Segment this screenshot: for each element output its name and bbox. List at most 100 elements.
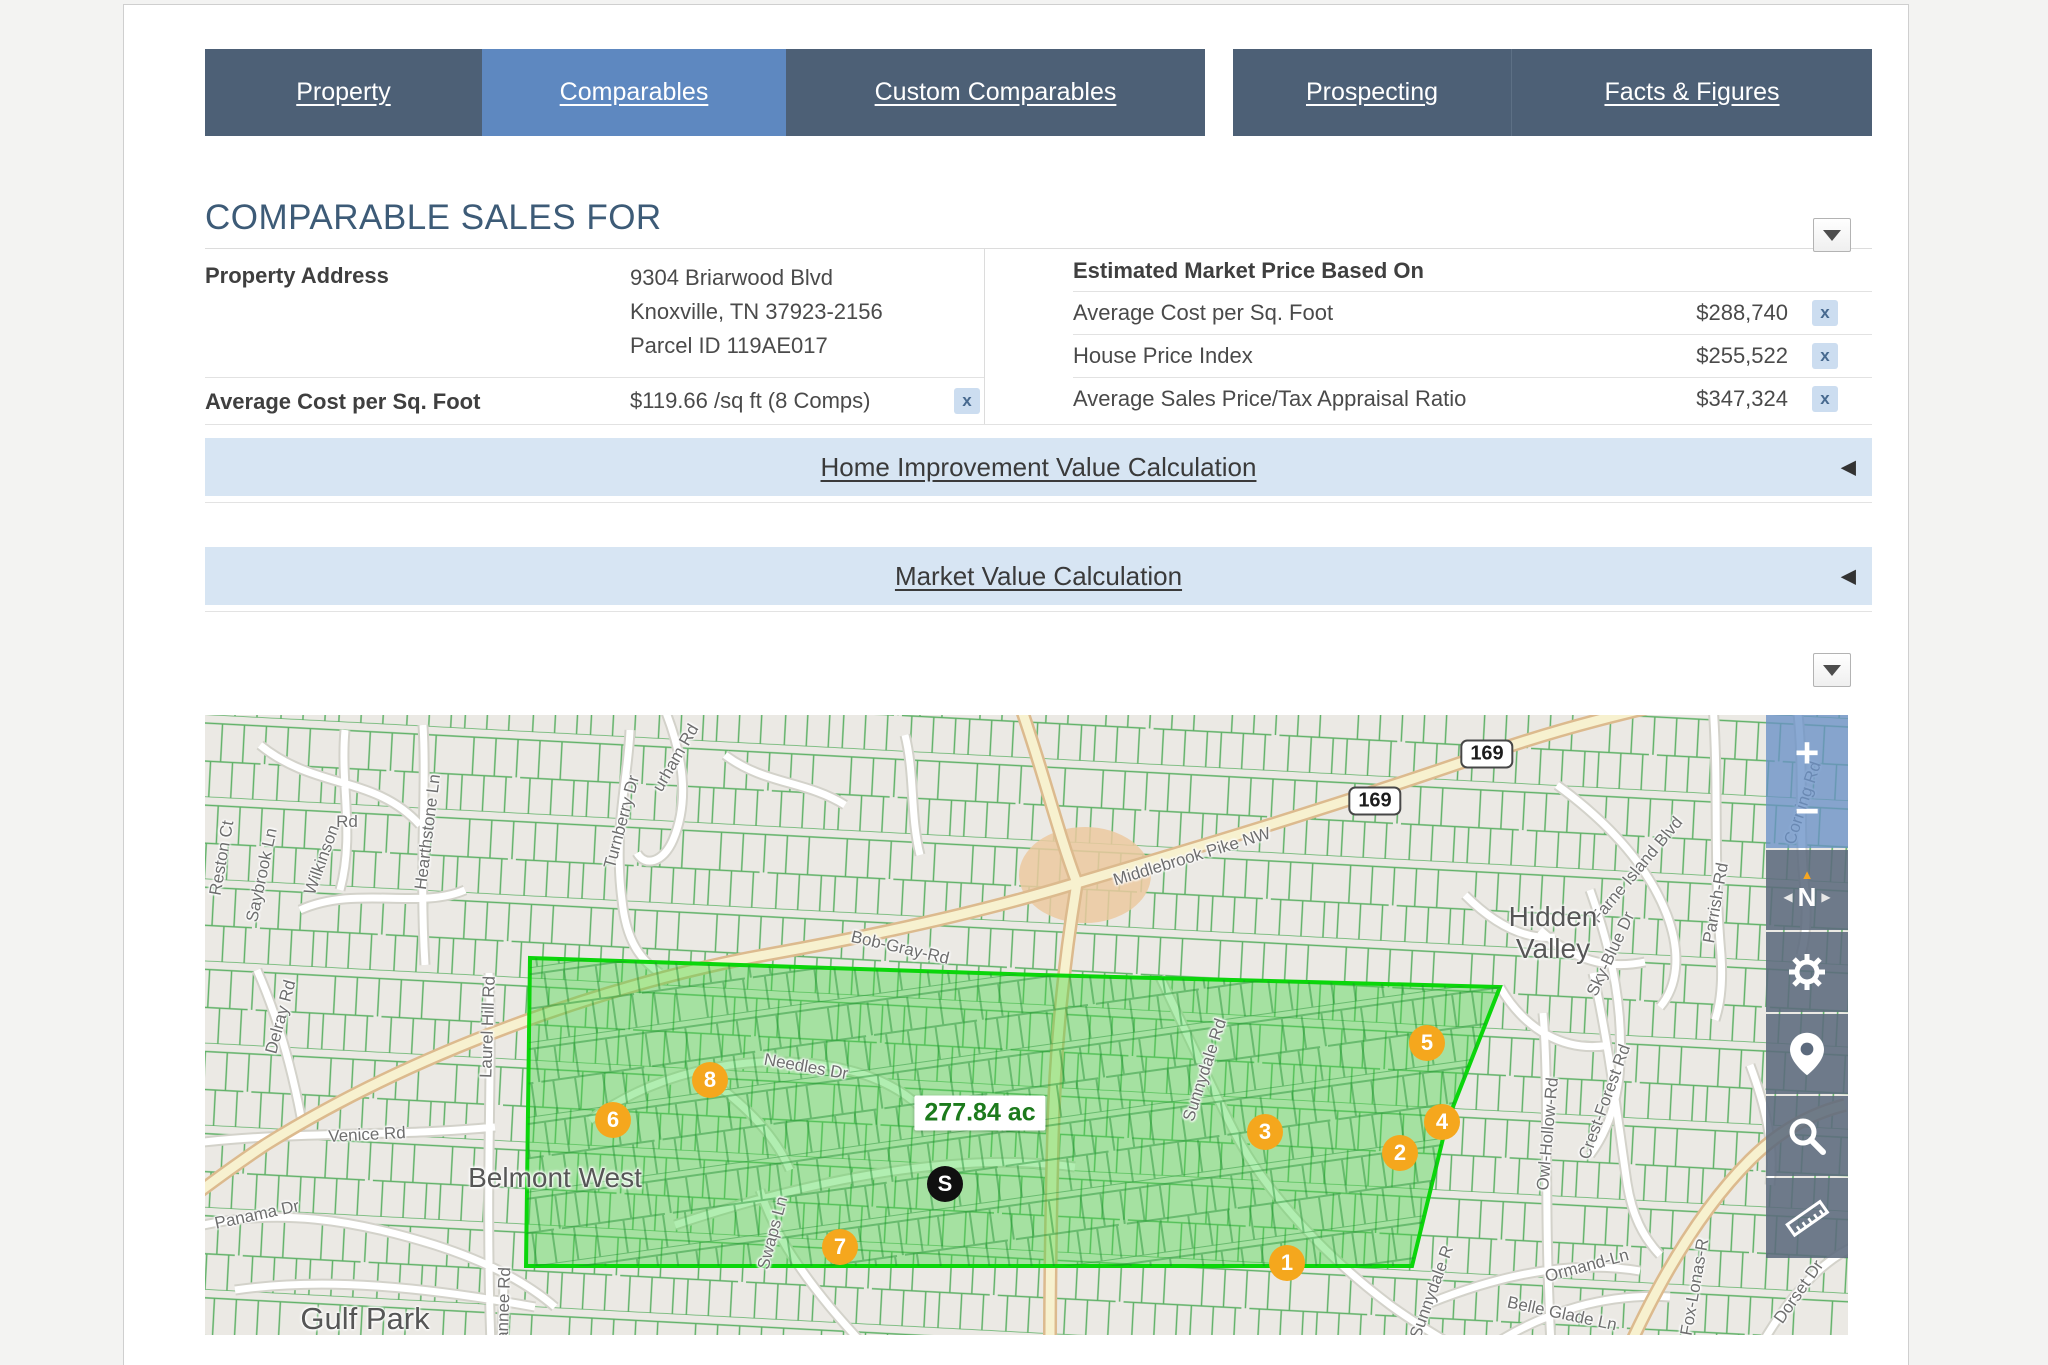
remove-estimate-button[interactable]: x — [1812, 343, 1838, 369]
tab-comparables[interactable]: Comparables — [482, 49, 786, 136]
road-label: Ormand-Ln — [1543, 1245, 1631, 1287]
remove-estimate-button[interactable]: x — [1812, 386, 1838, 412]
road-label: Swaps Ln — [754, 1194, 793, 1271]
calc-section-title: Home Improvement Value Calculation — [821, 452, 1257, 483]
road-label: Farne Island Blvd — [1587, 813, 1687, 927]
calc-section-bar[interactable]: Home Improvement Value Calculation ◀ — [205, 438, 1872, 496]
property-summary: Property Address 9304 Briarwood Blvd Kno… — [205, 248, 1872, 425]
map-search-button[interactable] — [1766, 1096, 1848, 1176]
road-label: Panama Dr — [213, 1196, 301, 1233]
gear-icon — [1785, 950, 1829, 994]
road-label: Wilkinson — [300, 822, 344, 897]
road-label: Owl-Hollow-Rd — [1533, 1077, 1563, 1192]
highway-shield: 169 — [1460, 740, 1513, 769]
ruler-icon — [1781, 1194, 1833, 1242]
pan-right-icon[interactable]: ▶ — [1816, 890, 1835, 904]
road-label: Parrish-Rd — [1699, 861, 1733, 944]
comp-marker-7[interactable]: 7 — [822, 1229, 858, 1265]
zoom-control: + − — [1766, 715, 1848, 848]
collapse-arrow-icon[interactable]: ◀ — [1841, 455, 1856, 480]
map-measure-button[interactable] — [1766, 1178, 1848, 1258]
road-label: Crest-Forest Rd — [1575, 1042, 1635, 1162]
estimate-value: $288,740 — [1628, 300, 1788, 326]
calc-section-title: Market Value Calculation — [895, 561, 1182, 592]
calc-sections: Home Improvement Value Calculation◀Marke… — [205, 438, 1872, 612]
comp-marker-8[interactable]: 8 — [692, 1062, 728, 1098]
place-label: Hidden Valley — [1509, 901, 1598, 965]
tab-custom-comparables[interactable]: Custom Comparables — [786, 49, 1205, 136]
address-line-2: Knoxville, TN 37923-2156 — [630, 295, 883, 329]
compass-north-label: N — [1798, 882, 1817, 913]
road-label: Reston Ct — [206, 819, 239, 897]
remove-avg-cost-button[interactable]: x — [954, 388, 980, 414]
avg-cost-label: Average Cost per Sq. Foot — [205, 387, 630, 415]
road-label: Sunnydale Rd — [1179, 1016, 1231, 1124]
location-pin-icon — [1790, 1032, 1824, 1076]
map-location-button[interactable] — [1766, 1014, 1848, 1094]
place-label: Gulf Park — [300, 1301, 429, 1335]
map[interactable]: Middlebrook Pike NWBob-Gray-RdHearthston… — [205, 715, 1848, 1335]
subject-marker[interactable]: S — [927, 1166, 963, 1202]
chevron-down-icon — [1823, 665, 1841, 676]
map-overlay: Middlebrook Pike NWBob-Gray-RdHearthston… — [205, 715, 1848, 1335]
pan-up-icon[interactable]: ▲ — [1801, 868, 1814, 882]
zoom-out-button[interactable]: − — [1766, 782, 1848, 840]
road-label: Hearthstone Ln — [411, 773, 445, 891]
tab-label: Custom Comparables — [875, 78, 1117, 107]
address-line-1: 9304 Briarwood Blvd — [630, 261, 883, 295]
estimate-rows: Average Cost per Sq. Foot$288,740xHouse … — [1073, 291, 1872, 420]
estimate-value: $347,324 — [1628, 386, 1788, 412]
comp-marker-6[interactable]: 6 — [595, 1102, 631, 1138]
chevron-down-icon — [1823, 230, 1841, 241]
road-label: Fox-Lonas-R — [1677, 1237, 1714, 1335]
estimate-label: Average Sales Price/Tax Appraisal Ratio — [1073, 386, 1628, 412]
estimate-row: Average Cost per Sq. Foot$288,740 x — [1073, 291, 1872, 334]
comp-marker-2[interactable]: 2 — [1382, 1135, 1418, 1171]
comp-marker-1[interactable]: 1 — [1269, 1245, 1305, 1281]
road-label: Belle Glade Ln — [1505, 1293, 1618, 1335]
summary-collapse-button[interactable] — [1813, 218, 1851, 252]
estimate-value: $255,522 — [1628, 343, 1788, 369]
property-address-label: Property Address — [205, 261, 630, 363]
estimate-label: House Price Index — [1073, 343, 1628, 369]
polygon-area-label: 277.84 ac — [914, 1096, 1045, 1131]
road-label: Venice Rd — [328, 1123, 406, 1147]
map-controls: + − ▲ ◀ N ▶ — [1766, 715, 1848, 1260]
map-settings-button[interactable] — [1766, 932, 1848, 1012]
search-icon — [1785, 1114, 1829, 1158]
comp-marker-4[interactable]: 4 — [1424, 1104, 1460, 1140]
avg-cost-row: Average Cost per Sq. Foot $119.66 /sq ft… — [205, 377, 984, 424]
address-line-3: Parcel ID 119AE017 — [630, 329, 883, 363]
property-summary-left: Property Address 9304 Briarwood Blvd Kno… — [205, 249, 985, 424]
road-label: Sunnydale R — [1406, 1243, 1458, 1335]
road-label: urham Rd — [649, 721, 704, 796]
map-collapse-button[interactable] — [1813, 653, 1851, 687]
estimate-row: Average Sales Price/Tax Appraisal Ratio$… — [1073, 377, 1872, 420]
collapse-arrow-icon[interactable]: ◀ — [1841, 564, 1856, 589]
tab-prospecting[interactable]: Prospecting — [1233, 49, 1511, 136]
page-title: COMPARABLE SALES FOR — [205, 198, 1872, 238]
road-label: Delray Rd — [262, 978, 301, 1056]
estimate-row: House Price Index$255,522 x — [1073, 334, 1872, 377]
road-label: Bob-Gray-Rd — [849, 927, 951, 969]
zoom-in-button[interactable]: + — [1766, 724, 1848, 782]
comp-marker-3[interactable]: 3 — [1247, 1114, 1283, 1150]
road-label: annee Rd — [493, 1267, 516, 1335]
road-label: Dorset Dr — [1770, 1256, 1828, 1327]
calc-section-bar[interactable]: Market Value Calculation ◀ — [205, 547, 1872, 605]
tab-facts-figures[interactable]: Facts & Figures — [1511, 49, 1872, 136]
tab-property[interactable]: Property — [205, 49, 482, 136]
compass-control[interactable]: ▲ ◀ N ▶ — [1766, 850, 1848, 930]
road-label: Turnberry Dr — [600, 773, 644, 871]
estimate-label: Average Cost per Sq. Foot — [1073, 300, 1628, 326]
road-label: Saybrook Ln — [242, 826, 281, 924]
divider — [205, 502, 1872, 503]
tab-label: Comparables — [560, 78, 709, 107]
comp-marker-5[interactable]: 5 — [1409, 1025, 1445, 1061]
pan-left-icon[interactable]: ◀ — [1778, 890, 1797, 904]
tab-label: Property — [296, 78, 390, 107]
tab-bar: Property Comparables Custom Comparables Pro… — [205, 49, 1872, 136]
remove-estimate-button[interactable]: x — [1812, 300, 1838, 326]
road-label: Laurel Hill Rd — [476, 976, 500, 1079]
estimates-header: Estimated Market Price Based On — [1073, 249, 1872, 291]
